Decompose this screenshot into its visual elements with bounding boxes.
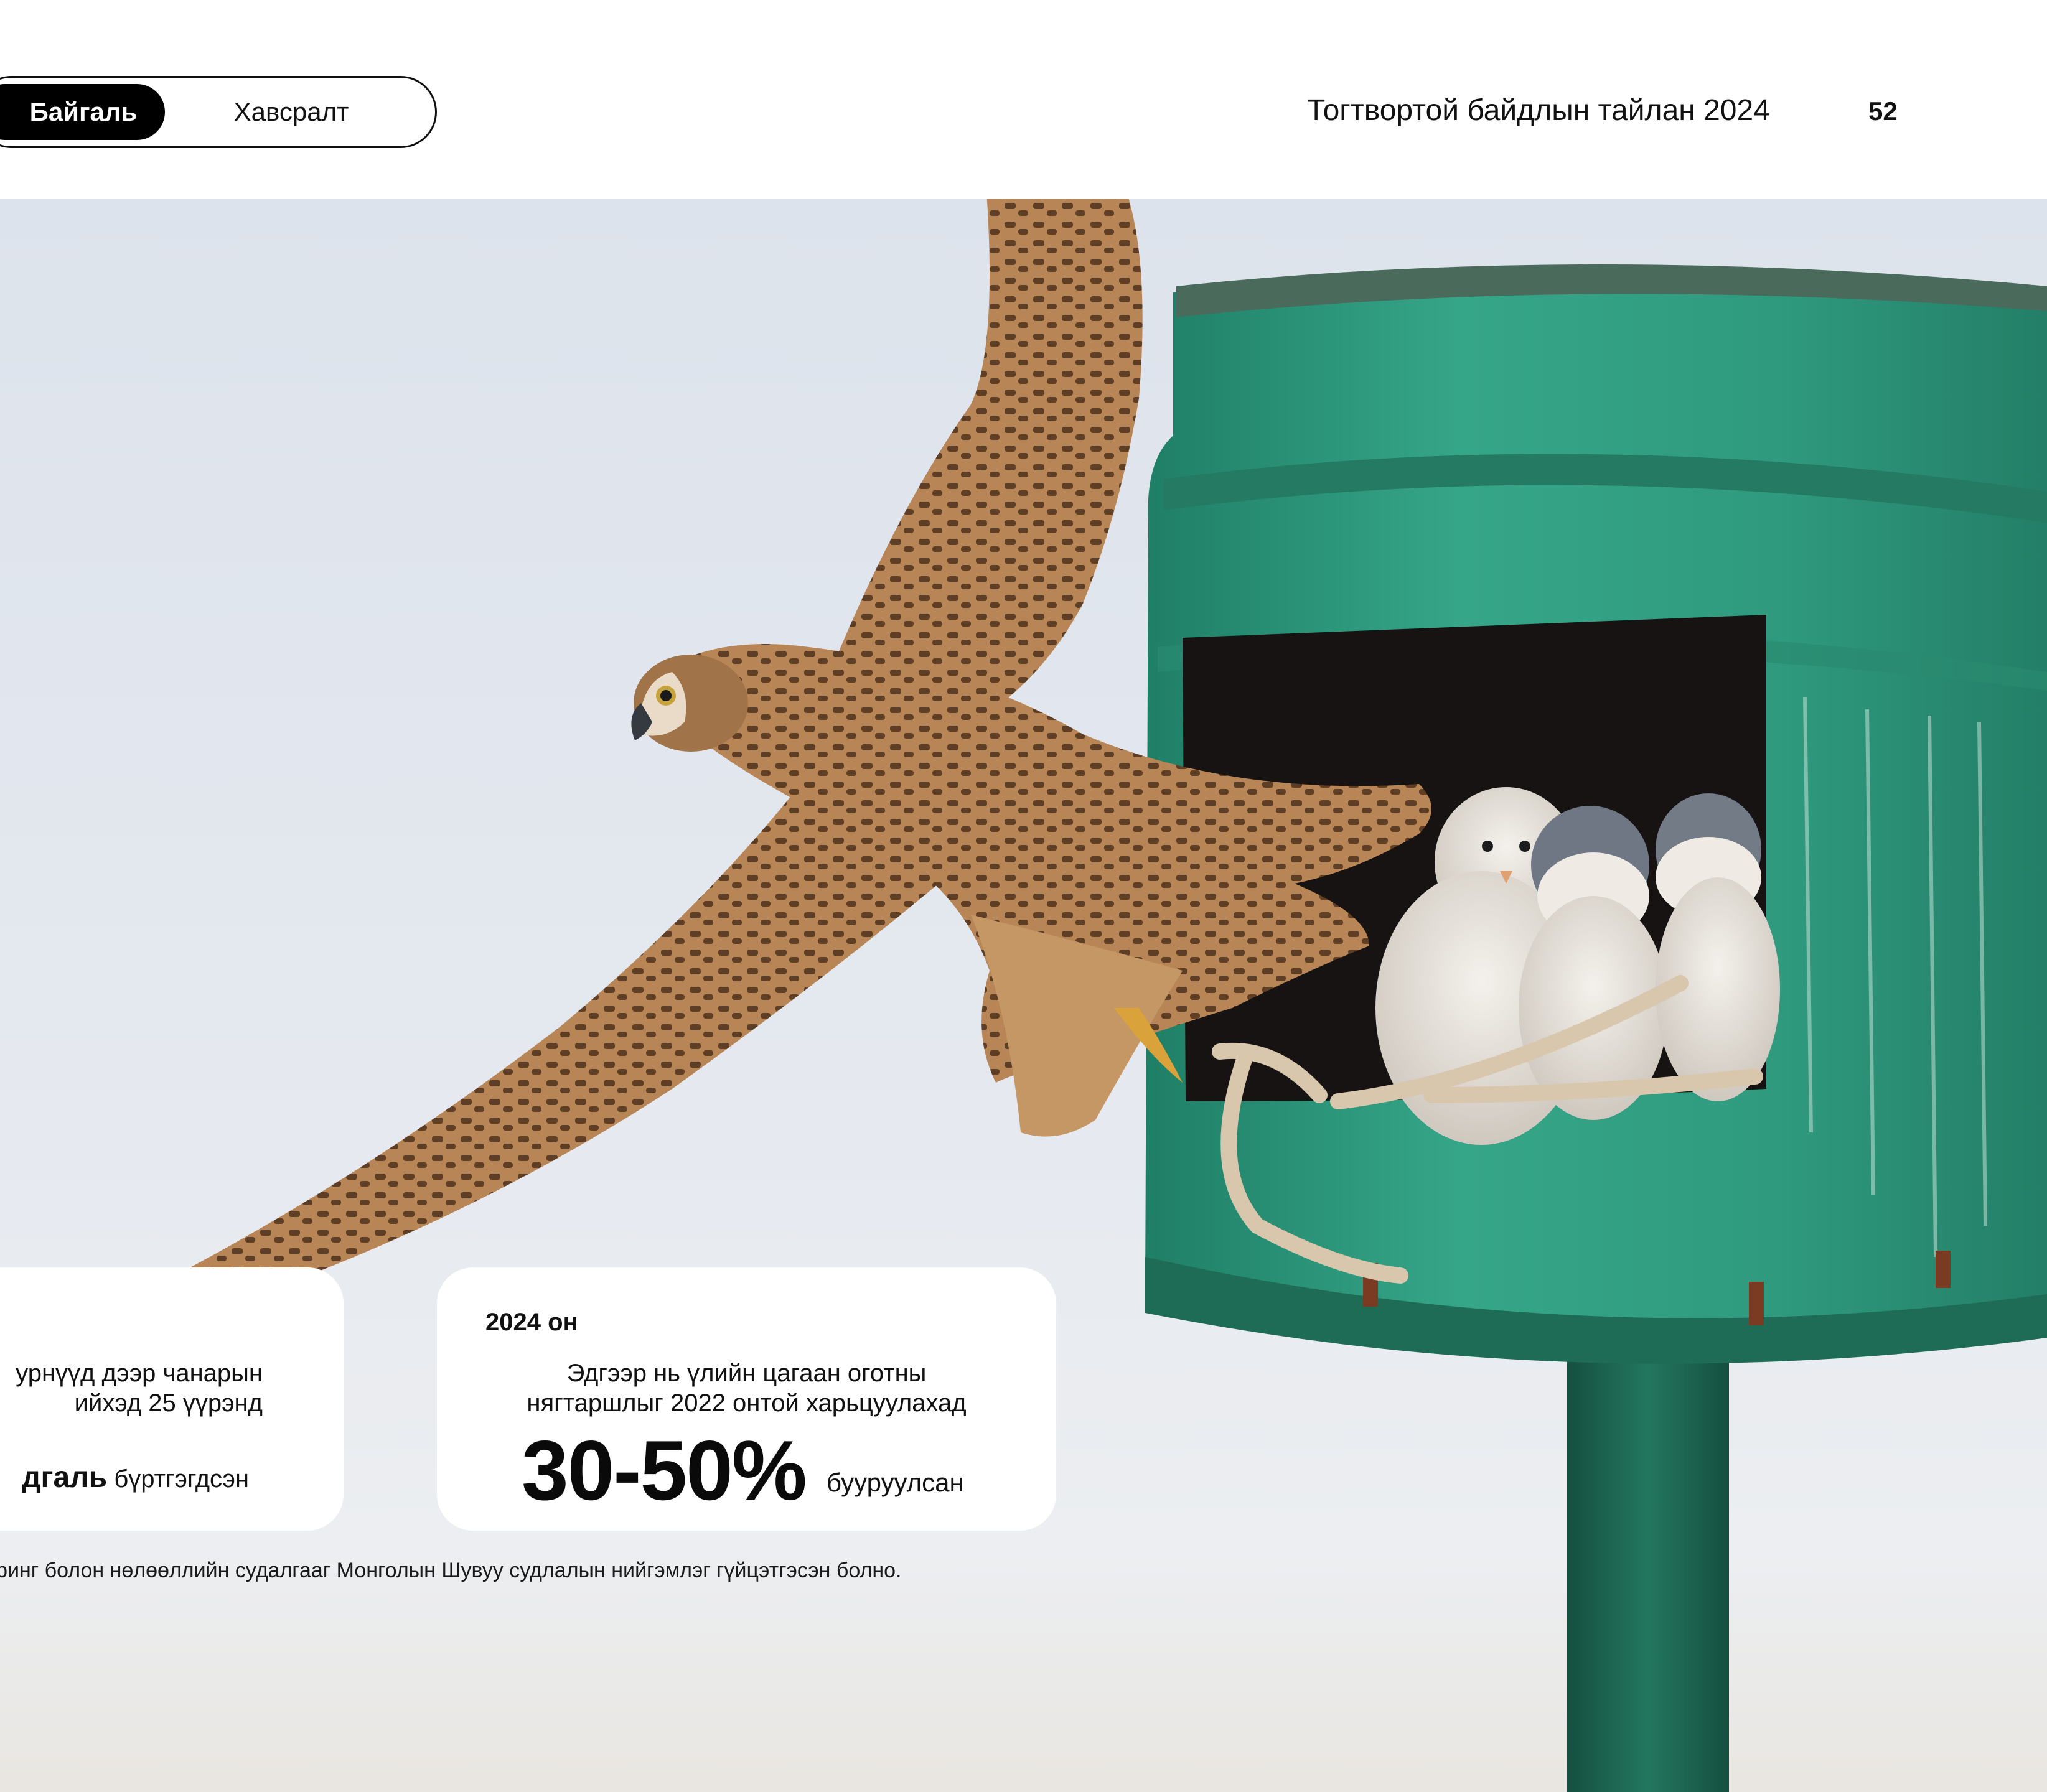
left-card-bold-text: дгаль <box>22 1461 108 1494</box>
stat-card-right: 2024 он Эдгээр нь үлийн цагаан оготны ня… <box>437 1267 1056 1531</box>
left-card-line2: ийхэд 25 үүрэнд <box>74 1389 263 1417</box>
footnote: иторинг болон нөлөөллийн судалгааг Монго… <box>0 1559 902 1582</box>
stat-description-line2: нягтаршлыг 2022 онтой харьцуулахад <box>527 1389 967 1417</box>
left-card-bottom: дгаль бүртгэгдсэн <box>22 1460 249 1495</box>
stat-suffix: бууруулсан <box>827 1468 964 1497</box>
falcon-nest-photo <box>0 199 2047 1792</box>
section-tab-switch: Байгаль Хавсралт <box>0 76 437 148</box>
stat-description-line1: Эдгээр нь үлийн цагаан оготны <box>566 1360 927 1387</box>
stat-year: 2024 он <box>485 1309 578 1336</box>
tab-khavsralt[interactable]: Хавсралт <box>189 84 394 140</box>
left-card-line1: урнүүд дээр чанарын <box>16 1360 263 1387</box>
left-card-suffix: бүртгэгдсэн <box>114 1465 249 1493</box>
page-header: Байгаль Хавсралт Тогтвортой байдлын тайл… <box>0 0 2047 199</box>
page-number: 52 <box>1868 96 1898 126</box>
stat-card-left: урнүүд дээр чанарын ийхэд 25 үүрэнд дгал… <box>0 1267 344 1531</box>
stat-big-value: 30-50% <box>522 1423 807 1518</box>
report-title: Тогтвортой байдлын тайлан 2024 <box>1307 94 1770 127</box>
tab-baigal[interactable]: Байгаль <box>0 84 165 140</box>
